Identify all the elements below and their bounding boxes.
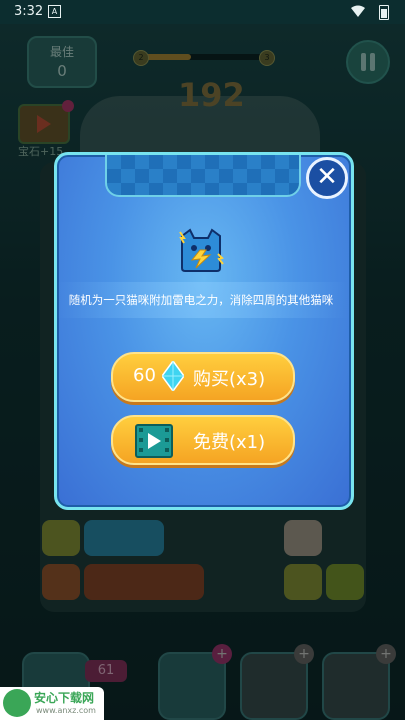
watermark-logo bbox=[3, 689, 31, 717]
wifi-icon bbox=[351, 5, 365, 17]
dialog-header-tab bbox=[105, 155, 301, 197]
buy-button[interactable]: 60 购买(x3) bbox=[111, 352, 295, 402]
close-icon[interactable]: ✕ bbox=[306, 157, 348, 199]
watermark-url: www.anxz.com bbox=[36, 706, 96, 715]
lightning-cat-icon bbox=[179, 228, 224, 272]
watermark: 安心下载网 www.anxz.com bbox=[0, 687, 104, 720]
status-bar: 3:32 A bbox=[0, 0, 405, 24]
buy-label: 购买(x3) bbox=[193, 369, 266, 390]
free-video-button[interactable]: 免费(x1) bbox=[111, 415, 295, 465]
watermark-name: 安心下载网 bbox=[34, 691, 95, 705]
free-label: 免费(x1) bbox=[193, 432, 266, 453]
buy-price: 60 bbox=[133, 365, 156, 386]
battery-icon bbox=[379, 5, 389, 20]
item-description: 随机为一只猫咪附加雷电之力，消除四周的其他猫咪 bbox=[68, 293, 334, 307]
status-time: 3:32 bbox=[14, 4, 44, 19]
video-play-icon bbox=[135, 424, 173, 458]
diamond-icon bbox=[162, 361, 184, 391]
notification-icon: A bbox=[48, 5, 61, 18]
